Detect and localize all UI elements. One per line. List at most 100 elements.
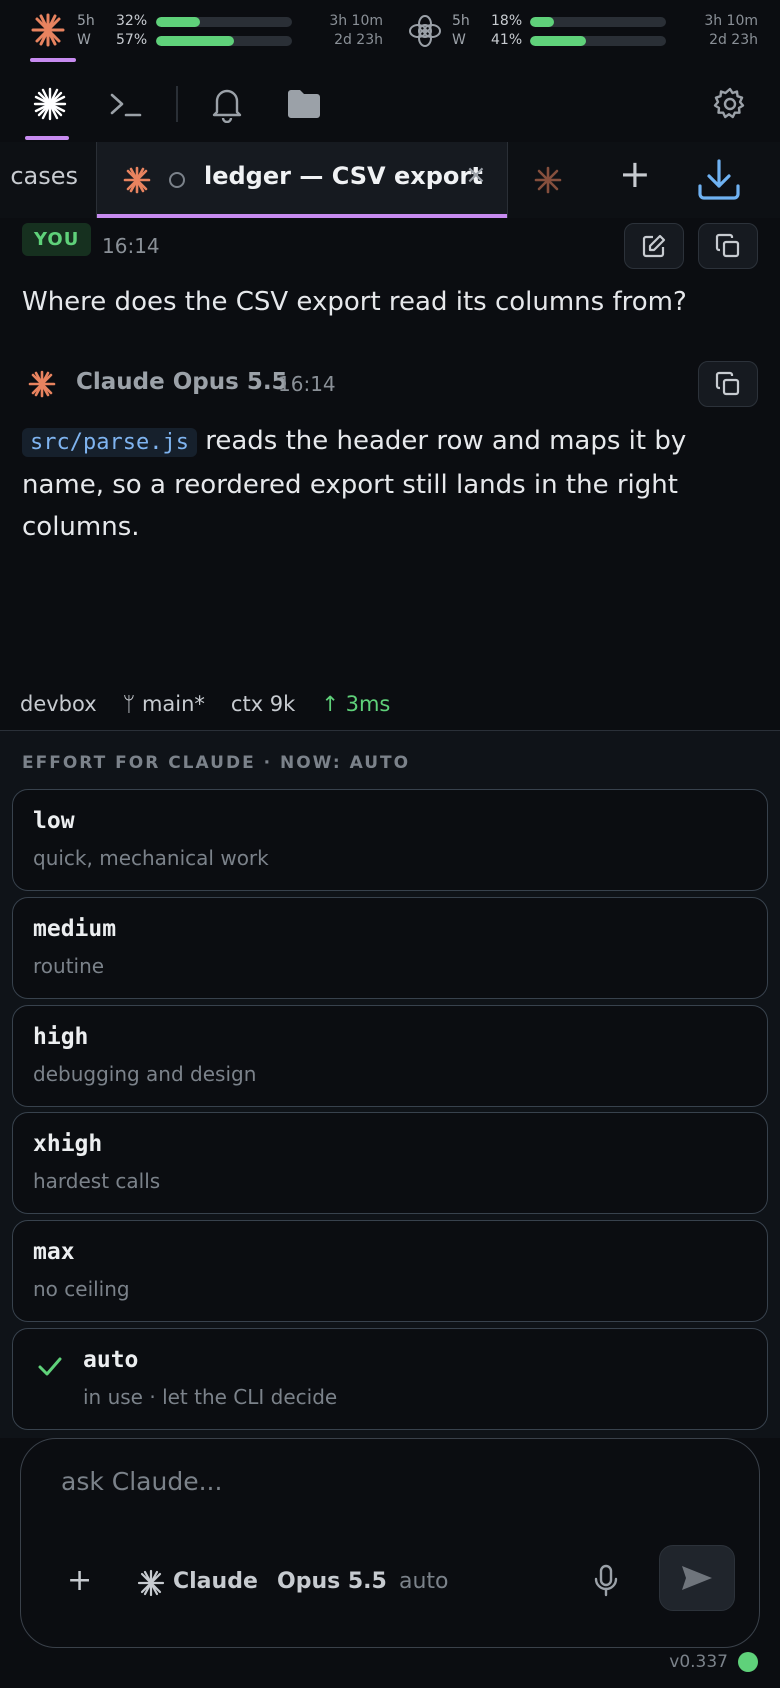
download-button[interactable] <box>696 158 742 206</box>
option-name: medium <box>33 916 117 942</box>
footer: v0.337 <box>669 1652 758 1672</box>
inline-code[interactable]: src/parse.js <box>22 428 197 457</box>
branch-icon: ᛘ <box>122 692 136 716</box>
user-message-text: Where does the CSV export read its colum… <box>22 287 687 317</box>
microphone-icon <box>594 1564 618 1597</box>
voice-input-button[interactable] <box>591 1563 621 1603</box>
usage-reset-time: 2d 23h <box>334 32 383 48</box>
settings-button[interactable] <box>700 66 760 142</box>
effort-option-max[interactable]: max no ceiling <box>12 1220 768 1322</box>
latency: ↑ 3ms <box>321 692 391 716</box>
files-button[interactable] <box>274 66 334 142</box>
tab-status-circle-icon <box>169 172 185 188</box>
message-input[interactable]: ask Claude... <box>61 1467 222 1496</box>
effort-option-low[interactable]: low quick, mechanical work <box>12 789 768 891</box>
toolbar-divider <box>176 86 178 122</box>
usage-percent: 18% <box>491 13 523 29</box>
tab-partial-left[interactable]: cases <box>0 142 96 218</box>
you-badge: YOU <box>22 223 92 256</box>
status-line: devbox ᛘ main* ctx 9k ↑ 3ms <box>20 692 390 716</box>
usage-label: 5h <box>452 13 470 29</box>
option-desc: no ceiling <box>33 1277 130 1301</box>
usage-percent: 57% <box>116 32 148 48</box>
active-tool-underline <box>25 136 69 140</box>
option-name: high <box>33 1024 89 1050</box>
send-icon <box>682 1566 712 1590</box>
tab-partial-right[interactable] <box>508 142 578 218</box>
usage-fill <box>530 17 555 27</box>
usage-fill <box>156 36 234 46</box>
tab-label: cases <box>10 162 78 190</box>
effort-option-medium[interactable]: medium routine <box>12 897 768 999</box>
send-button[interactable] <box>659 1545 735 1611</box>
copy-icon <box>715 371 740 396</box>
tab-close-button[interactable]: × <box>465 160 487 190</box>
claude-starburst-icon <box>123 166 151 198</box>
copy-user-message-button[interactable] <box>698 223 758 269</box>
edit-message-button[interactable] <box>624 223 684 269</box>
terminal-button[interactable] <box>96 66 156 142</box>
option-desc: hardest calls <box>33 1169 161 1193</box>
claude-view-button[interactable] <box>20 66 80 142</box>
copy-icon <box>715 233 740 258</box>
effort-selector[interactable]: auto <box>399 1569 449 1594</box>
assistant-message-text: src/parse.js reads the header row and ma… <box>22 420 722 548</box>
option-desc: debugging and design <box>33 1062 257 1086</box>
option-name: max <box>33 1239 75 1265</box>
effort-option-auto[interactable]: auto in use · let the CLI decide <box>12 1328 768 1430</box>
usage-reset-time: 3h 10m <box>329 13 383 29</box>
option-desc: quick, mechanical work <box>33 846 269 870</box>
usage-label: 5h <box>77 13 95 29</box>
composer: ask Claude... + Claude Opus 5.5 auto <box>20 1438 760 1648</box>
option-name: low <box>33 808 75 834</box>
tab-bar: cases ledger — CSV export × + <box>0 142 780 218</box>
option-desc: in use · let the CLI decide <box>83 1385 338 1409</box>
claude-starburst-icon[interactable] <box>30 12 66 52</box>
usage-label: W <box>77 32 91 48</box>
edit-icon <box>642 234 666 258</box>
tab-active[interactable]: ledger — CSV export × <box>96 142 508 218</box>
connection-status-dot <box>738 1652 758 1672</box>
effort-title: EFFORT FOR CLAUDE · NOW: AUTO <box>22 753 411 773</box>
check-icon <box>38 1357 62 1376</box>
active-provider-underline <box>30 58 76 62</box>
agent-name: Claude <box>173 1569 258 1594</box>
model-selector[interactable]: Opus 5.5 <box>277 1569 387 1594</box>
tab-actions: + <box>578 142 780 218</box>
assistant-name: Claude Opus 5.5 <box>76 369 288 395</box>
notifications-button[interactable] <box>197 66 257 142</box>
effort-option-xhigh[interactable]: xhigh hardest calls <box>12 1112 768 1214</box>
usage-fill <box>156 17 200 27</box>
usage-track <box>530 36 666 46</box>
branch-name: main* <box>141 692 205 716</box>
new-tab-button[interactable]: + <box>619 152 651 196</box>
usage-track <box>530 17 666 27</box>
user-message-time: 16:14 <box>102 234 160 258</box>
toolbar <box>0 66 780 142</box>
add-attachment-button[interactable]: + <box>67 1563 92 1598</box>
context-size: ctx 9k <box>230 692 296 716</box>
openai-knot-icon[interactable] <box>408 14 442 52</box>
effort-option-high[interactable]: high debugging and design <box>12 1005 768 1107</box>
usage-percent: 32% <box>116 13 148 29</box>
usage-reset-time: 3h 10m <box>704 13 758 29</box>
terminal-icon <box>110 93 142 117</box>
copy-assistant-message-button[interactable] <box>698 361 758 407</box>
usage-percent: 41% <box>491 32 523 48</box>
app-version: v0.337 <box>669 1652 728 1672</box>
tab-title: ledger — CSV export <box>204 162 483 190</box>
option-name: xhigh <box>33 1131 103 1157</box>
folder-icon <box>288 90 320 118</box>
usage-track <box>156 36 292 46</box>
active-tab-underline <box>97 214 507 218</box>
git-branch: ᛘ main* <box>123 692 205 716</box>
usage-fill <box>530 36 586 46</box>
assistant-message-time: 16:14 <box>278 372 336 396</box>
bell-icon <box>212 89 242 123</box>
option-desc: routine <box>33 954 105 978</box>
user-badge: YOU <box>22 223 92 256</box>
usage-track <box>156 17 292 27</box>
starburst-icon <box>137 1569 165 1597</box>
claude-starburst-icon <box>534 166 562 198</box>
option-name: auto <box>83 1347 139 1373</box>
